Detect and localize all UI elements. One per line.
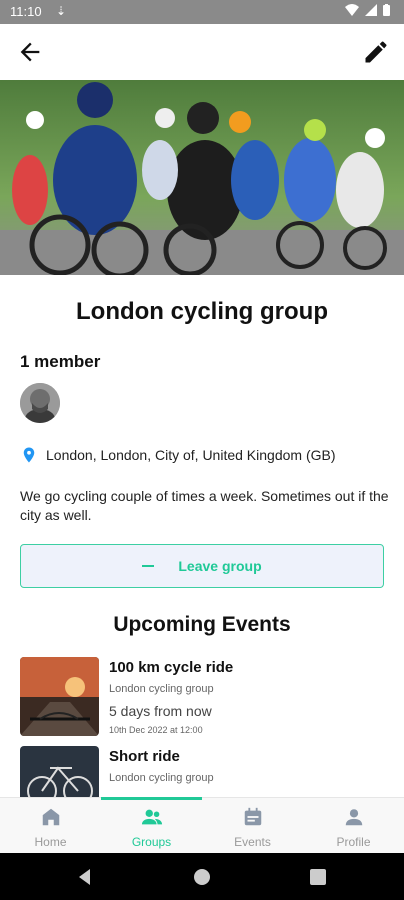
signal-icon (365, 4, 377, 16)
edit-pencil-icon[interactable] (362, 38, 390, 66)
back-arrow-icon[interactable] (16, 38, 44, 66)
wifi-icon (345, 4, 359, 16)
group-description: We go cycling couple of times a week. So… (20, 488, 389, 523)
battery-icon (383, 4, 390, 16)
leave-group-label: Leave group (178, 558, 262, 574)
event-name: 100 km cycle ride (109, 659, 234, 676)
minus-icon (142, 565, 155, 567)
location-text: London, London, City of, United Kingdom … (46, 447, 336, 463)
system-back-icon[interactable] (74, 866, 96, 888)
nav-home[interactable]: Home (0, 798, 101, 854)
location-pin-icon (23, 447, 35, 463)
status-time: 11:10 (10, 4, 42, 19)
group-cover-image (0, 80, 404, 275)
system-navigation-bar (0, 853, 404, 900)
member-avatar[interactable] (20, 383, 60, 423)
status-bar: 11:10 ⇣ (0, 0, 404, 24)
leave-group-button[interactable]: Leave group (20, 544, 384, 588)
event-thumbnail (20, 657, 99, 736)
event-date: 10th Dec 2022 at 12:00 (109, 725, 203, 735)
person-icon (345, 809, 363, 826)
nav-groups-label: Groups (131, 835, 172, 849)
home-icon (42, 808, 60, 826)
nav-events[interactable]: Events (202, 798, 303, 854)
event-group: London cycling group (109, 772, 214, 784)
nav-groups[interactable]: Groups (101, 798, 202, 854)
event-group: London cycling group (109, 683, 214, 695)
groups-icon (141, 809, 163, 825)
upcoming-events-heading: Upcoming Events (113, 613, 291, 636)
nav-home-label: Home (34, 835, 67, 849)
nav-profile[interactable]: Profile (303, 798, 404, 854)
bottom-navigation: Home Groups Events Profile (0, 797, 404, 854)
event-relative-time: 5 days from now (109, 703, 212, 719)
system-recents-icon[interactable] (309, 868, 327, 886)
event-card[interactable]: 100 km cycle ride London cycling group 5… (20, 657, 390, 737)
members-count: 1 member (20, 352, 101, 371)
event-name: Short ride (109, 748, 180, 765)
group-location: London, London, City of, United Kingdom … (20, 445, 336, 465)
group-title: London cycling group (76, 298, 328, 325)
nav-profile-label: Profile (336, 835, 371, 849)
nav-events-label: Events (234, 835, 271, 849)
calendar-icon (244, 807, 262, 826)
active-tab-indicator (101, 797, 202, 800)
app-bar (0, 24, 404, 80)
system-home-icon[interactable] (192, 867, 212, 887)
download-icon: ⇣ (56, 4, 67, 18)
